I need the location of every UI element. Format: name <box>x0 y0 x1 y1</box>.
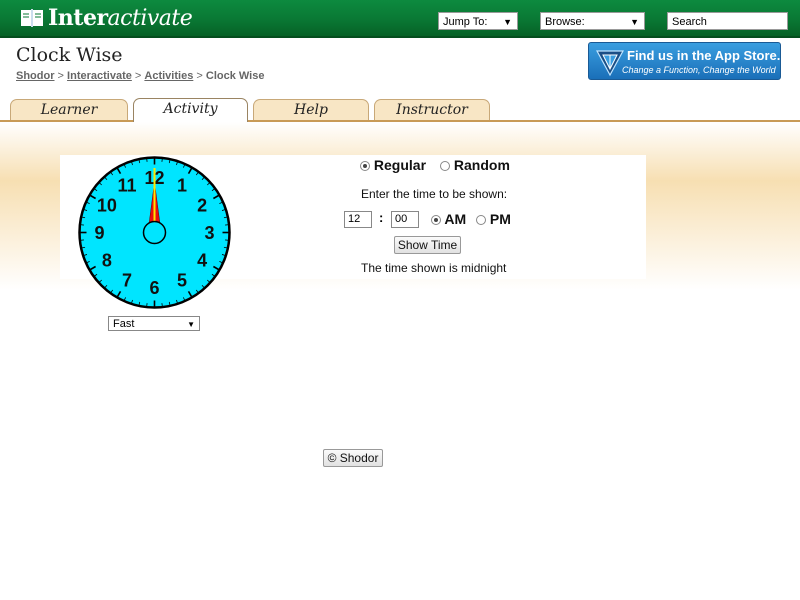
result-text: The time shown is midnight <box>361 261 507 275</box>
app-store-title: Find us in the App Store. <box>627 48 781 63</box>
logo-text: Interactivate <box>48 5 193 31</box>
breadcrumb-shodor[interactable]: Shodor <box>16 70 55 82</box>
breadcrumb-interactivate[interactable]: Interactivate <box>67 70 132 82</box>
search-placeholder: Search <box>672 16 707 28</box>
mode-random-option[interactable]: Random <box>440 157 510 173</box>
pm-label: PM <box>489 211 511 227</box>
tab-divider <box>0 120 800 122</box>
clock-number: 2 <box>197 196 207 216</box>
jump-to-select[interactable]: Jump To: ▼ <box>438 12 518 30</box>
show-time-button[interactable]: Show Time <box>394 236 461 254</box>
pm-option[interactable]: PM <box>476 211 511 227</box>
clock-number: 7 <box>122 271 132 291</box>
clock-face: 12 1234567891011 <box>78 156 231 309</box>
app-store-banner[interactable]: Find us in the App Store. Change a Funct… <box>588 42 781 80</box>
radio-icon[interactable] <box>360 161 370 172</box>
tab-help[interactable]: Help <box>253 99 369 121</box>
page-title: Clock Wise <box>16 44 123 66</box>
jump-to-label: Jump To: <box>443 16 488 28</box>
tab-activity[interactable]: Activity <box>133 98 248 122</box>
clock-number: 1 <box>177 175 187 195</box>
interactivate-logo[interactable]: Interactivate <box>20 5 193 31</box>
clock-number: 5 <box>177 271 187 291</box>
browse-select[interactable]: Browse: ▼ <box>540 12 645 30</box>
search-input[interactable]: Search <box>667 12 788 30</box>
speed-value: Fast <box>113 318 135 330</box>
breadcrumb-current: Clock Wise <box>205 70 265 82</box>
tab-instructor[interactable]: Instructor <box>374 99 490 121</box>
time-separator: : <box>379 210 384 225</box>
am-option[interactable]: AM <box>431 211 466 227</box>
app-store-slogan: Change a Function, Change the World <box>622 65 776 75</box>
breadcrumb-activities[interactable]: Activities <box>144 70 193 82</box>
shodor-logo-icon <box>595 50 625 77</box>
book-icon <box>21 9 43 27</box>
clock-number: 11 <box>117 175 136 195</box>
radio-icon[interactable] <box>476 215 486 226</box>
clock-number: 6 <box>149 278 159 298</box>
am-label: AM <box>444 211 467 227</box>
radio-icon[interactable] <box>440 161 450 172</box>
dropdown-arrow-icon: ▼ <box>187 320 195 329</box>
clock-number: 8 <box>102 251 112 271</box>
dropdown-arrow-icon: ▼ <box>630 17 639 27</box>
speed-select[interactable]: Fast ▼ <box>108 316 200 331</box>
time-prompt: Enter the time to be shown: <box>361 187 508 201</box>
clock-number: 9 <box>94 223 104 243</box>
browse-label: Browse: <box>545 16 585 28</box>
clock-number: 4 <box>197 251 207 271</box>
top-navigation-bar: Interactivate Jump To: ▼ Browse: ▼ Searc… <box>0 0 800 38</box>
tab-learner[interactable]: Learner <box>10 99 128 121</box>
clock-number: 10 <box>97 196 117 216</box>
breadcrumb: Shodor > Interactivate > Activities > Cl… <box>16 70 265 82</box>
mode-random-label: Random <box>453 157 510 173</box>
dropdown-arrow-icon: ▼ <box>503 17 512 27</box>
mode-regular-option[interactable]: Regular <box>360 157 426 173</box>
copyright-button[interactable]: © Shodor <box>323 449 383 467</box>
minute-input[interactable]: 00 <box>391 211 419 228</box>
hour-input[interactable]: 12 <box>344 211 372 228</box>
clock-number: 3 <box>204 223 214 243</box>
clock-center <box>142 220 167 245</box>
radio-icon[interactable] <box>431 215 441 226</box>
mode-regular-label: Regular <box>373 157 427 173</box>
